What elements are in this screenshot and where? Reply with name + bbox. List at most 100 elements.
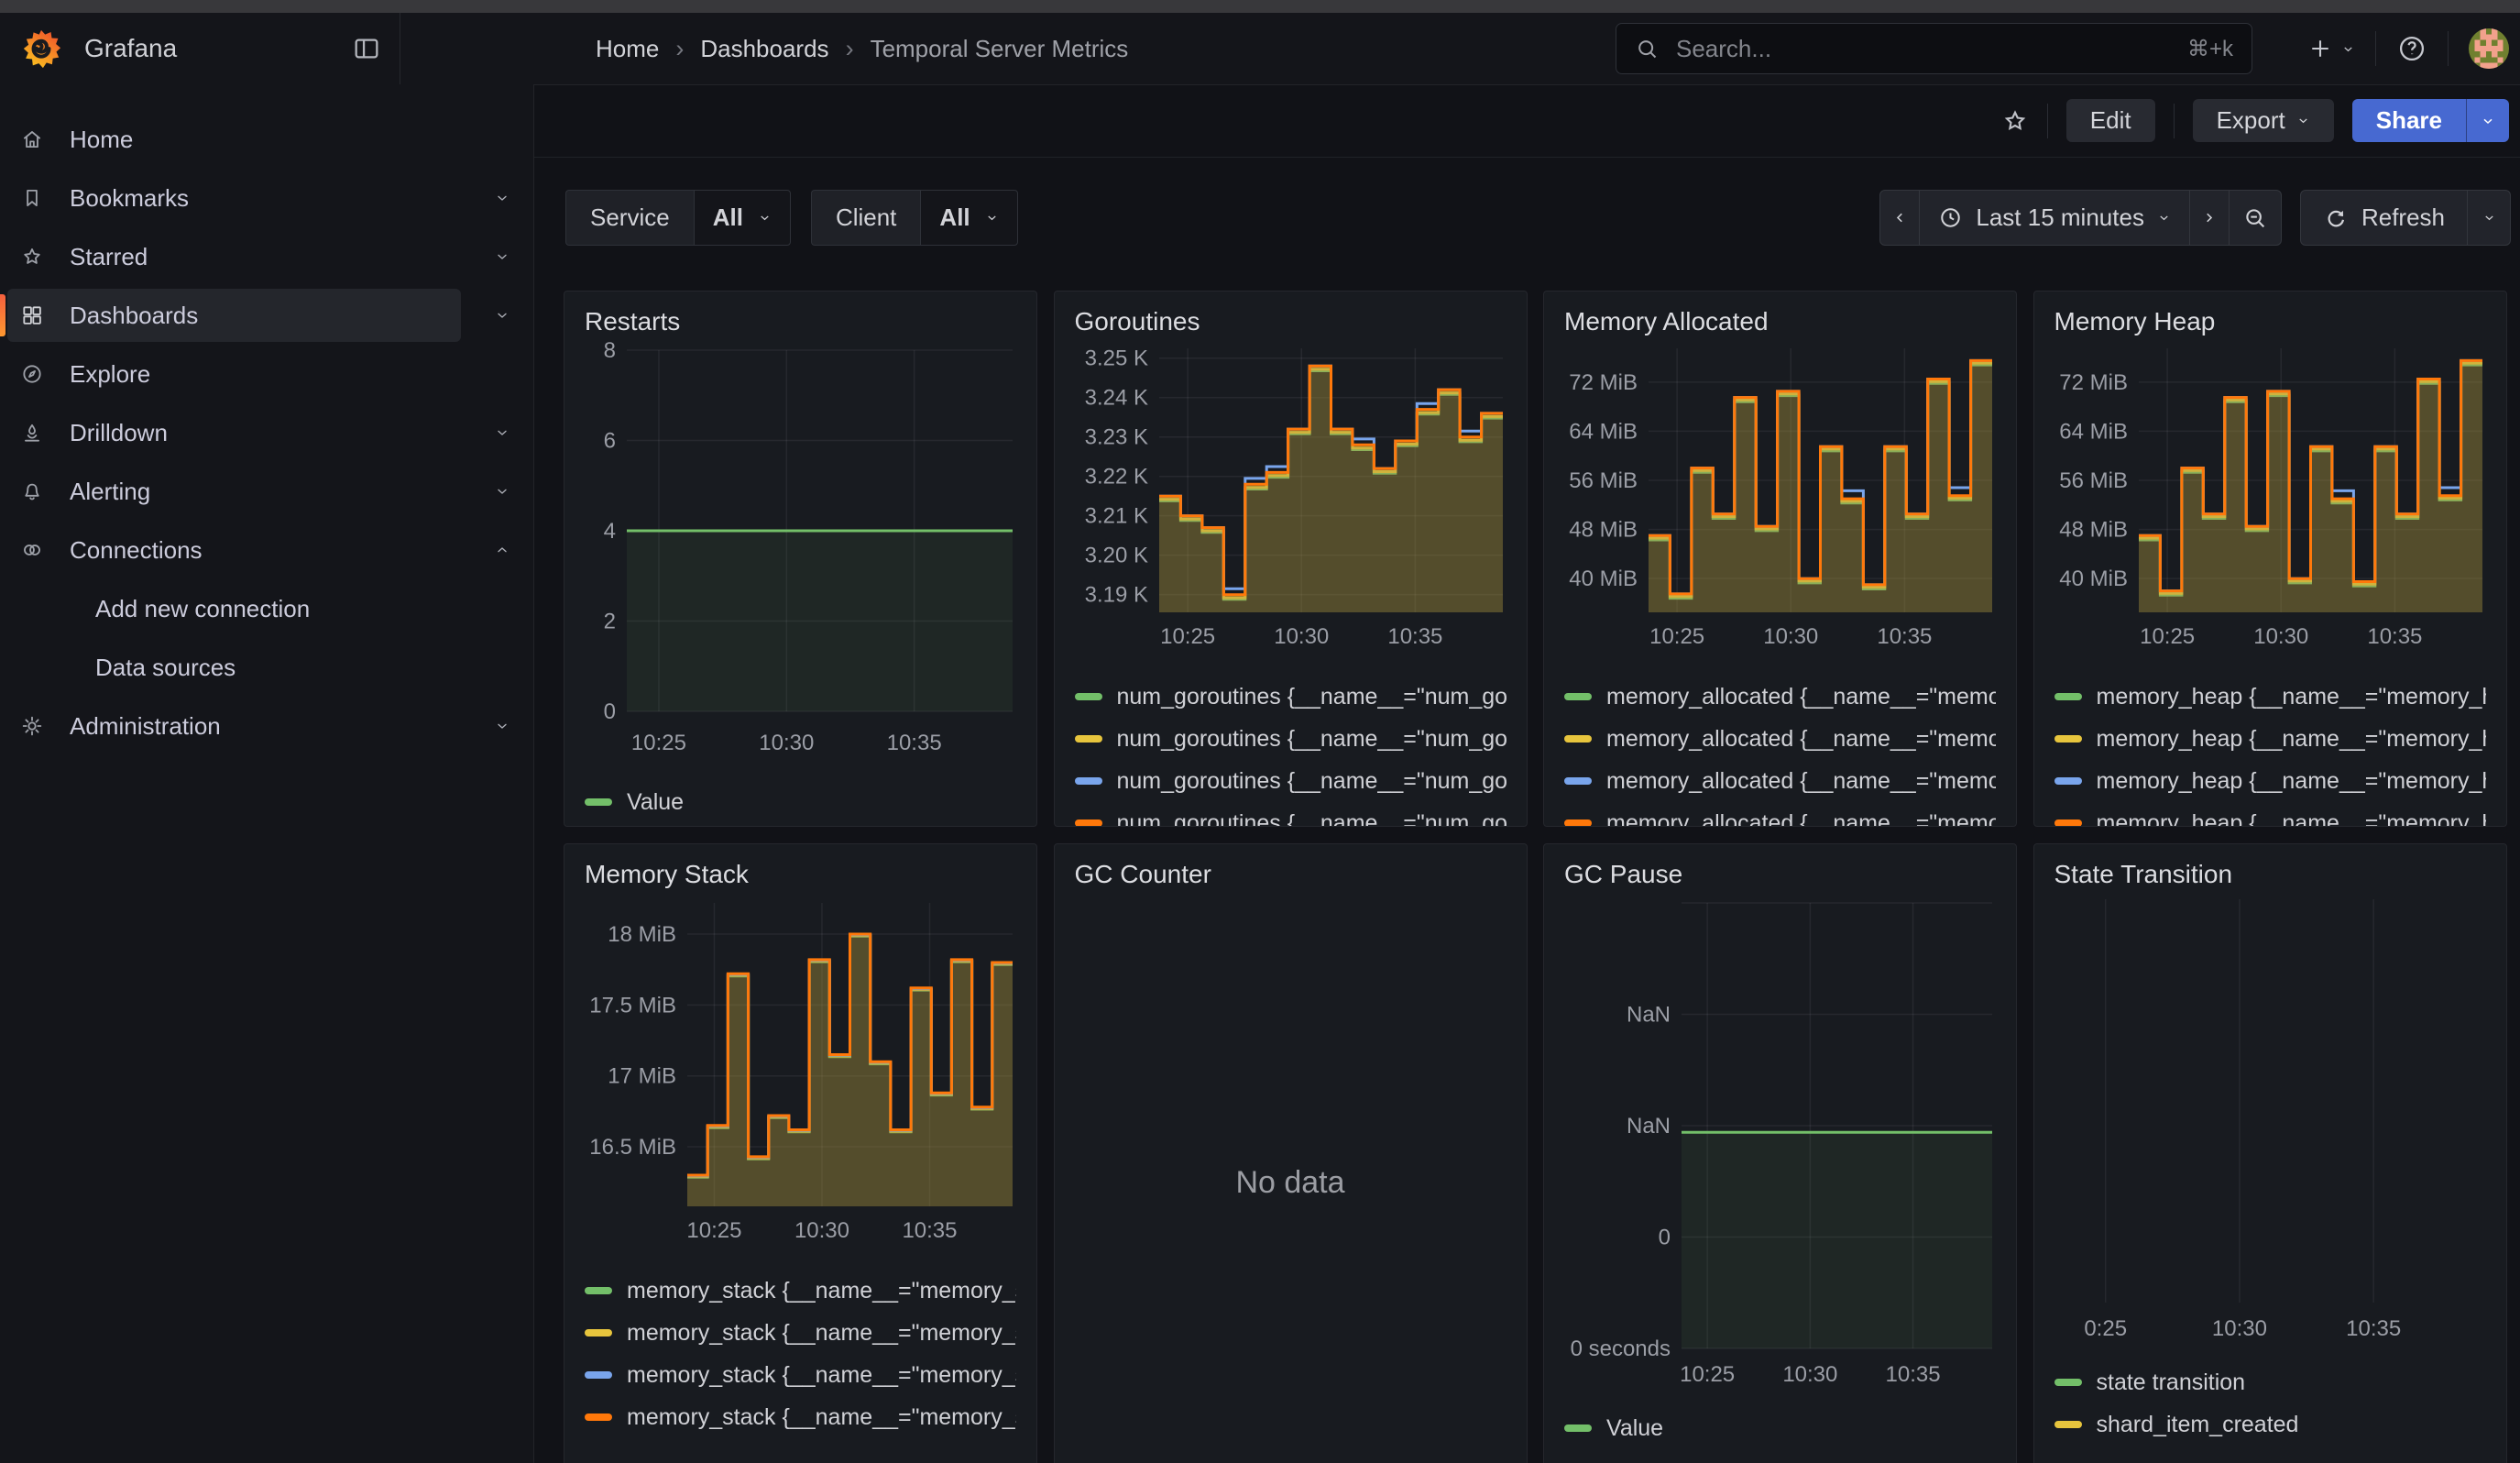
sidebar-item-surface[interactable]: Home bbox=[7, 113, 461, 166]
legend-item[interactable]: Value bbox=[585, 781, 1016, 823]
new-menu-button[interactable] bbox=[2307, 36, 2355, 61]
legend-label[interactable]: num_goroutines {__name__="num_go bbox=[1117, 684, 1507, 710]
sidebar-item-surface[interactable]: Bookmarks bbox=[7, 171, 461, 225]
sidebar-item-starred[interactable]: Starred bbox=[0, 227, 533, 286]
sidebar-item-drilldown[interactable]: Drilldown bbox=[0, 403, 533, 462]
legend-label[interactable]: memory_heap {__name__="memory_h bbox=[2097, 726, 2486, 753]
sidebar-item-alerting[interactable]: Alerting bbox=[0, 462, 533, 521]
edit-button[interactable]: Edit bbox=[2066, 99, 2155, 142]
legend-label[interactable]: num_goroutines {__name__="num_go bbox=[1117, 810, 1507, 828]
legend-item[interactable]: num_goroutines {__name__="num_go bbox=[1075, 802, 1507, 827]
panel-title[interactable]: Memory Heap bbox=[2054, 306, 2486, 337]
legend-label[interactable]: memory_stack {__name__="memory_s bbox=[627, 1362, 1016, 1389]
chevron-down-icon[interactable] bbox=[495, 191, 509, 205]
panel-title[interactable]: GC Pause bbox=[1564, 859, 1996, 890]
sidebar-item-add-new-connection[interactable]: Add new connection bbox=[0, 579, 533, 638]
time-range-picker[interactable]: Last 15 minutes bbox=[1919, 190, 2190, 246]
legend-item[interactable]: memory_allocated {__name__="memo bbox=[1564, 760, 1996, 802]
legend-item[interactable]: memory_allocated {__name__="memo bbox=[1564, 802, 1996, 827]
legend-label[interactable]: memory_stack {__name__="memory_s bbox=[627, 1404, 1016, 1431]
refresh-interval-button[interactable] bbox=[2467, 190, 2511, 246]
legend-label[interactable]: Value bbox=[627, 789, 684, 816]
sidebar-item-surface[interactable]: Connections bbox=[7, 523, 461, 577]
sidebar-item-surface[interactable]: Explore bbox=[7, 347, 461, 401]
legend-label[interactable]: memory_allocated {__name__="memo bbox=[1606, 726, 1996, 753]
legend-item[interactable]: state transition bbox=[2054, 1361, 2486, 1403]
legend-item[interactable]: Value bbox=[1564, 1407, 1996, 1449]
panel-title[interactable]: Memory Allocated bbox=[1564, 306, 1996, 337]
sidebar-item-surface[interactable]: Add new connection bbox=[7, 582, 461, 635]
legend-label[interactable]: num_goroutines {__name__="num_go bbox=[1117, 726, 1507, 753]
legend-label[interactable]: memory_heap {__name__="memory_h bbox=[2097, 684, 2486, 710]
export-button[interactable]: Export bbox=[2193, 99, 2334, 142]
sidebar-item-administration[interactable]: Administration bbox=[0, 697, 533, 755]
chevron-down-icon[interactable] bbox=[495, 249, 509, 264]
legend-label[interactable]: memory_allocated {__name__="memo bbox=[1606, 810, 1996, 828]
chevron-down-icon[interactable] bbox=[495, 308, 509, 323]
legend-label[interactable]: memory_stack {__name__="memory_s bbox=[627, 1320, 1016, 1347]
chevron-down-icon[interactable] bbox=[495, 425, 509, 440]
panel-title[interactable]: State Transition bbox=[2054, 859, 2486, 890]
legend-item[interactable]: memory_allocated {__name__="memo bbox=[1564, 676, 1996, 718]
avatar[interactable] bbox=[2469, 28, 2509, 69]
help-icon[interactable] bbox=[2396, 33, 2427, 64]
legend-item[interactable]: memory_stack {__name__="memory_s bbox=[585, 1354, 1016, 1396]
search-input[interactable] bbox=[1674, 34, 2173, 64]
panel-title[interactable]: Goroutines bbox=[1075, 306, 1507, 337]
grafana-dashboard-screen: Grafana Home › Dashboards › Temporal Ser… bbox=[0, 0, 2520, 1463]
legend-item[interactable]: memory_heap {__name__="memory_h bbox=[2054, 760, 2486, 802]
legend-label[interactable]: memory_heap {__name__="memory_h bbox=[2097, 768, 2486, 795]
legend-label[interactable]: memory_stack {__name__="memory_s bbox=[627, 1278, 1016, 1304]
legend-item[interactable]: memory_stack {__name__="memory_s bbox=[585, 1270, 1016, 1312]
sidebar-item-explore[interactable]: Explore bbox=[0, 345, 533, 403]
sidebar-item-bookmarks[interactable]: Bookmarks bbox=[0, 169, 533, 227]
sidebar-item-surface[interactable]: Data sources bbox=[7, 641, 461, 694]
legend-item[interactable]: memory_heap {__name__="memory_h bbox=[2054, 676, 2486, 718]
time-shift-forward-button[interactable] bbox=[2189, 190, 2230, 246]
panel-title[interactable]: Restarts bbox=[585, 306, 1016, 337]
breadcrumb-dashboards[interactable]: Dashboards bbox=[700, 35, 828, 63]
sidebar-item-data-sources[interactable]: Data sources bbox=[0, 638, 533, 697]
service-filter-value[interactable]: All bbox=[694, 190, 791, 246]
legend-label[interactable]: num_goroutines {__name__="num_go bbox=[1117, 768, 1507, 795]
sidebar-item-home[interactable]: Home bbox=[0, 110, 533, 169]
chevron-up-icon[interactable] bbox=[495, 543, 509, 557]
legend-item[interactable]: memory_stack {__name__="memory_s bbox=[585, 1396, 1016, 1438]
legend-item[interactable]: num_goroutines {__name__="num_go bbox=[1075, 718, 1507, 760]
legend-item[interactable]: memory_heap {__name__="memory_h bbox=[2054, 718, 2486, 760]
chevron-down-icon[interactable] bbox=[495, 719, 509, 733]
legend-item[interactable]: num_goroutines {__name__="num_go bbox=[1075, 676, 1507, 718]
legend-label[interactable]: memory_heap {__name__="memory_h bbox=[2097, 810, 2486, 828]
sidebar-item-surface[interactable]: Drilldown bbox=[7, 406, 461, 459]
legend-item[interactable]: shard_item_created bbox=[2054, 1403, 2486, 1446]
legend-label[interactable]: Value bbox=[1606, 1415, 1663, 1442]
chevron-down-icon[interactable] bbox=[495, 484, 509, 499]
legend-item[interactable]: memory_heap {__name__="memory_h bbox=[2054, 802, 2486, 827]
sidebar-item-surface[interactable]: Administration bbox=[7, 699, 461, 753]
legend-label[interactable]: shard_item_created bbox=[2097, 1412, 2299, 1438]
legend-label[interactable]: memory_allocated {__name__="memo bbox=[1606, 684, 1996, 710]
legend-label[interactable]: state transition bbox=[2097, 1370, 2246, 1396]
sidebar-item-surface[interactable]: Starred bbox=[7, 230, 461, 283]
refresh-button[interactable]: Refresh bbox=[2300, 190, 2468, 246]
grafana-logo[interactable] bbox=[20, 28, 62, 70]
client-filter-value[interactable]: All bbox=[920, 190, 1017, 246]
sidebar-item-connections[interactable]: Connections bbox=[0, 521, 533, 579]
time-shift-back-button[interactable] bbox=[1879, 190, 1920, 246]
panel-title[interactable]: GC Counter bbox=[1075, 859, 1507, 890]
legend-item[interactable]: memory_stack {__name__="memory_s bbox=[585, 1312, 1016, 1354]
sidebar-item-surface[interactable]: Alerting bbox=[7, 465, 461, 518]
sidebar-item-dashboards[interactable]: Dashboards bbox=[0, 286, 533, 345]
panel-title[interactable]: Memory Stack bbox=[585, 859, 1016, 890]
share-dropdown-button[interactable] bbox=[2466, 99, 2509, 142]
star-icon[interactable] bbox=[2001, 107, 2029, 135]
legend-item[interactable]: num_goroutines {__name__="num_go bbox=[1075, 760, 1507, 802]
sidebar-item-surface[interactable]: Dashboards bbox=[7, 289, 461, 342]
breadcrumb-home[interactable]: Home bbox=[596, 35, 659, 63]
legend-label[interactable]: memory_allocated {__name__="memo bbox=[1606, 768, 1996, 795]
share-button[interactable]: Share bbox=[2352, 99, 2466, 142]
legend-item[interactable]: memory_allocated {__name__="memo bbox=[1564, 718, 1996, 760]
sidebar-toggle-icon[interactable] bbox=[352, 34, 381, 63]
search-bar[interactable]: ⌘+k bbox=[1616, 23, 2252, 74]
zoom-out-button[interactable] bbox=[2229, 190, 2282, 246]
